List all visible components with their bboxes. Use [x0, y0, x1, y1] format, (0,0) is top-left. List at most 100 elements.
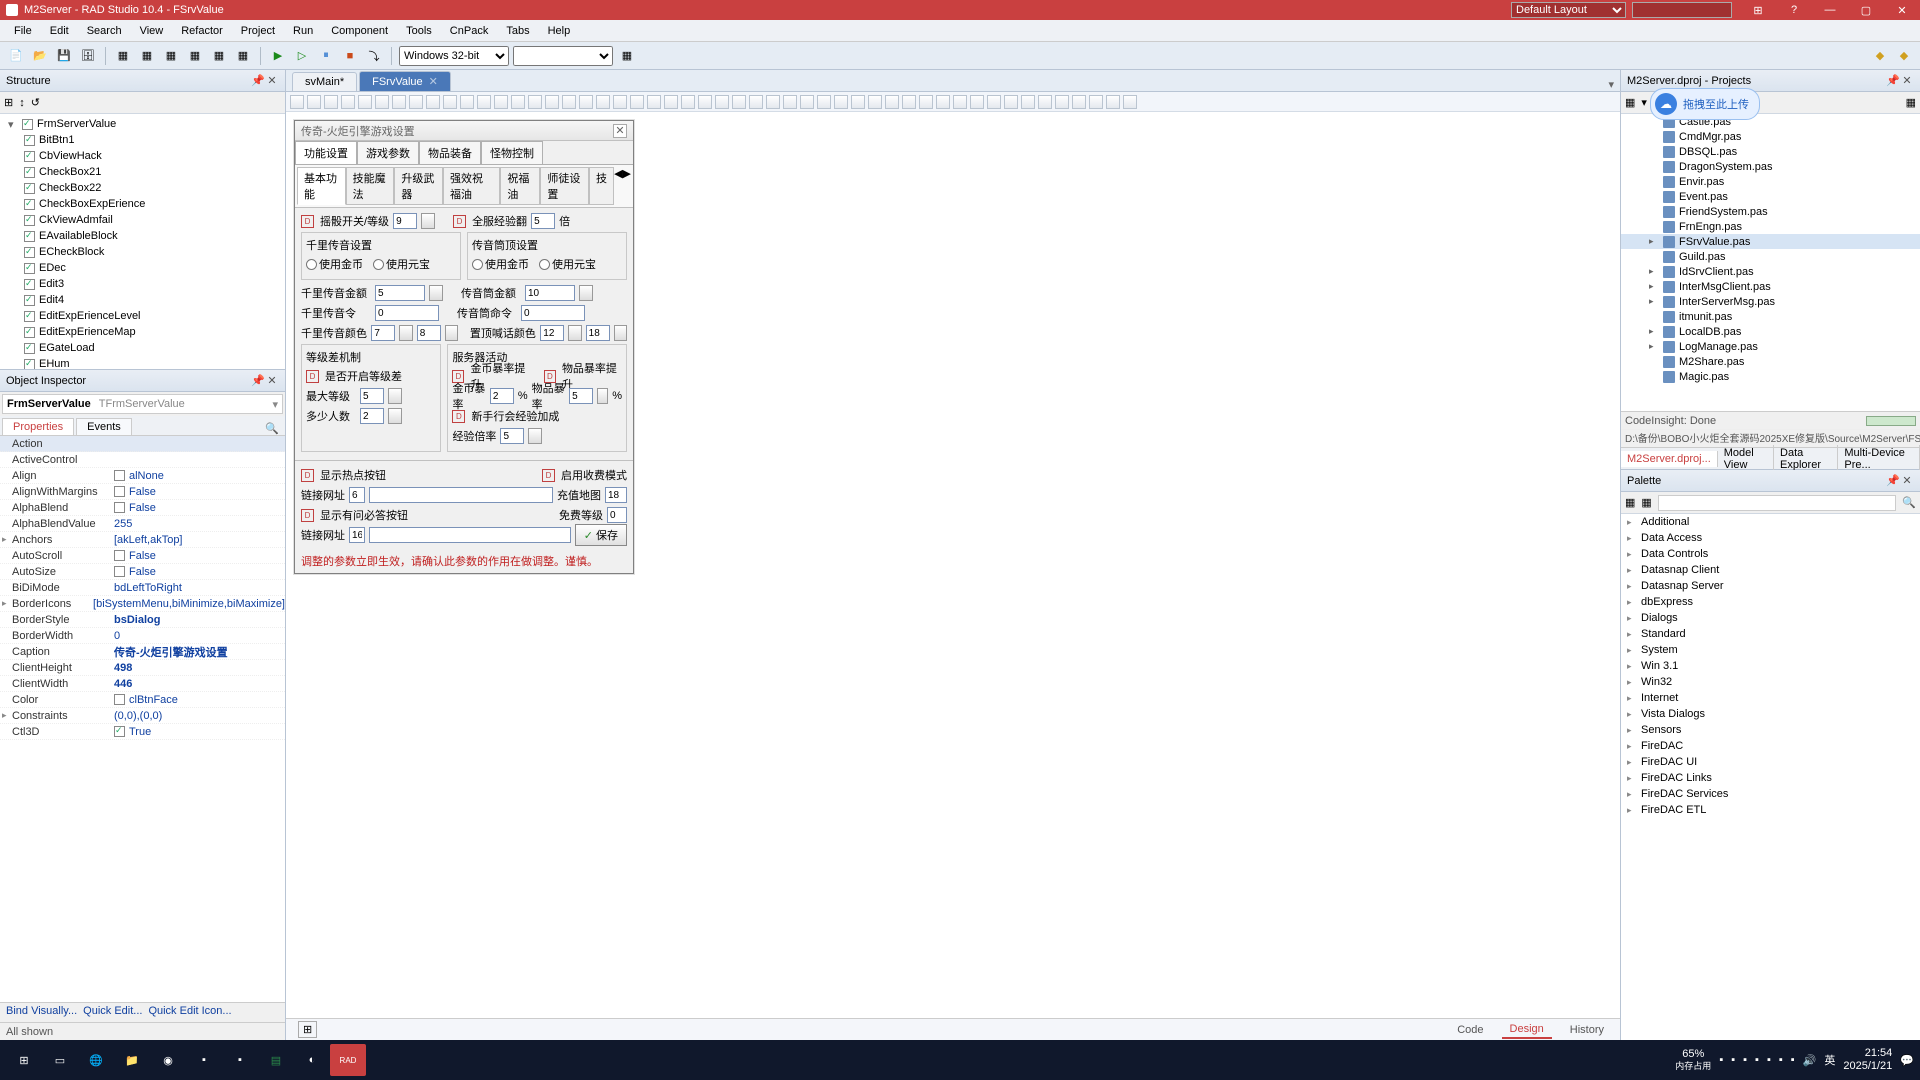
align-tool-icon[interactable] — [392, 95, 406, 109]
tree-node[interactable]: CbViewHack — [2, 148, 283, 164]
edit-field[interactable] — [375, 305, 439, 321]
edit-field[interactable] — [500, 428, 524, 444]
property-row[interactable]: BorderStylebsDialog — [0, 612, 285, 628]
spinner[interactable] — [388, 388, 402, 404]
projects-bottom-tab[interactable]: M2Server.dproj... — [1621, 451, 1718, 467]
form-tab[interactable]: 物品装备 — [419, 141, 481, 164]
toolbar-icon[interactable]: ▦ — [113, 46, 133, 66]
edit-field[interactable] — [586, 325, 610, 341]
align-tool-icon[interactable] — [562, 95, 576, 109]
align-tool-icon[interactable] — [460, 95, 474, 109]
palette-category[interactable]: ▸Internet — [1621, 690, 1920, 706]
palette-list[interactable]: ▸Additional▸Data Access▸Data Controls▸Da… — [1621, 514, 1920, 1040]
align-tool-icon[interactable] — [324, 95, 338, 109]
projects-tb-icon[interactable]: ▦ — [1906, 96, 1916, 109]
structure-tb-icon[interactable]: ↕ — [19, 97, 25, 109]
align-tool-icon[interactable] — [970, 95, 984, 109]
edit-field[interactable] — [490, 388, 514, 404]
palette-category[interactable]: ▸FireDAC Links — [1621, 770, 1920, 786]
align-tool-icon[interactable] — [426, 95, 440, 109]
edit-field[interactable] — [360, 408, 384, 424]
palette-category[interactable]: ▸System — [1621, 642, 1920, 658]
menu-tools[interactable]: Tools — [398, 23, 440, 39]
upload-pill[interactable]: ☁ 拖拽至此上传 — [1650, 88, 1760, 120]
tree-node[interactable]: EHum — [2, 356, 283, 369]
property-row[interactable]: BiDiModebdLeftToRight — [0, 580, 285, 596]
menu-cnpack[interactable]: CnPack — [442, 23, 497, 39]
property-row[interactable]: ClientHeight498 — [0, 660, 285, 676]
align-tool-icon[interactable] — [341, 95, 355, 109]
tree-node[interactable]: Edit3 — [2, 276, 283, 292]
project-file[interactable]: Event.pas — [1621, 189, 1920, 204]
menu-tabs[interactable]: Tabs — [498, 23, 537, 39]
project-file[interactable]: ▸LocalDB.pas — [1621, 324, 1920, 339]
property-row[interactable]: Anchors[akLeft,akTop] — [0, 532, 285, 548]
form-subtab[interactable]: 强效祝福油 — [443, 167, 500, 205]
structure-tb-icon[interactable]: ⊞ — [4, 96, 13, 109]
tray-icon[interactable]: ▪ — [1791, 1054, 1795, 1066]
spinner[interactable] — [614, 325, 627, 341]
form-tab[interactable]: 怪物控制 — [481, 141, 543, 164]
toolbar-icon[interactable]: ▦ — [185, 46, 205, 66]
align-tool-icon[interactable] — [409, 95, 423, 109]
form-subtab[interactable]: 祝福油 — [500, 167, 540, 205]
switch-level-input[interactable] — [393, 213, 417, 229]
tree-node[interactable]: CheckBox21 — [2, 164, 283, 180]
allexp-input[interactable] — [531, 213, 555, 229]
run-icon[interactable]: ▶ — [268, 46, 288, 66]
align-tool-icon[interactable] — [307, 95, 321, 109]
form-subtab[interactable]: 技能魔法 — [346, 167, 395, 205]
edit-field[interactable] — [349, 527, 365, 543]
property-row[interactable]: AlphaBlendFalse — [0, 500, 285, 516]
toolbar-icon[interactable]: ▦ — [233, 46, 253, 66]
form-subtab[interactable]: 师徒设置 — [540, 167, 589, 205]
radio-yb[interactable]: 使用元宝 — [373, 256, 430, 272]
tree-node[interactable]: EditExpErienceMap — [2, 324, 283, 340]
align-tool-icon[interactable] — [630, 95, 644, 109]
url-input[interactable] — [369, 527, 571, 543]
project-file[interactable]: Magic.pas — [1621, 369, 1920, 384]
quick-edit-link[interactable]: Quick Edit... — [83, 1005, 142, 1020]
editor-tab[interactable]: svMain* — [292, 72, 357, 91]
pin-icon[interactable]: 📌 — [251, 374, 265, 387]
align-tool-icon[interactable] — [800, 95, 814, 109]
align-tool-icon[interactable] — [375, 95, 389, 109]
align-tool-icon[interactable] — [681, 95, 695, 109]
app-icon[interactable]: ▪ — [186, 1044, 222, 1076]
palette-category[interactable]: ▸Data Access — [1621, 530, 1920, 546]
tree-node[interactable]: Edit4 — [2, 292, 283, 308]
align-tool-icon[interactable] — [783, 95, 797, 109]
help-icon[interactable]: ? — [1782, 4, 1806, 17]
property-row[interactable]: ClientWidth446 — [0, 676, 285, 692]
tray-icon[interactable]: ▪ — [1767, 1054, 1771, 1066]
open-icon[interactable]: 📂 — [30, 46, 50, 66]
desktop-icon[interactable]: ⊞ — [1746, 4, 1770, 17]
align-tool-icon[interactable] — [987, 95, 1001, 109]
tab-history[interactable]: History — [1562, 1022, 1612, 1038]
edit-field[interactable] — [349, 487, 365, 503]
radio-yb[interactable]: 使用元宝 — [539, 256, 596, 272]
edit-field[interactable] — [605, 487, 627, 503]
palette-tb-icon[interactable]: ▦ — [1625, 496, 1635, 509]
toolbar-icon[interactable]: ▦ — [209, 46, 229, 66]
edit-field[interactable] — [417, 325, 441, 341]
menu-refactor[interactable]: Refactor — [173, 23, 231, 39]
tree-node[interactable]: CheckBox22 — [2, 180, 283, 196]
project-file[interactable]: FrnEngn.pas — [1621, 219, 1920, 234]
edit-field[interactable] — [371, 325, 395, 341]
property-row[interactable]: ActiveControl — [0, 452, 285, 468]
close-icon[interactable]: ✕ — [1900, 474, 1914, 487]
form-subtab[interactable]: 技 — [589, 167, 614, 205]
tray-icon[interactable]: ▪ — [1719, 1054, 1723, 1066]
align-tool-icon[interactable] — [936, 95, 950, 109]
spinner[interactable] — [399, 325, 412, 341]
project-file[interactable]: Envir.pas — [1621, 174, 1920, 189]
maximize-button[interactable]: ▢ — [1854, 4, 1878, 17]
project-file[interactable]: ▸IdSrvClient.pas — [1621, 264, 1920, 279]
structure-tree[interactable]: ▾ FrmServerValue BitBtn1CbViewHackCheckB… — [0, 114, 285, 369]
spinner[interactable] — [528, 428, 542, 444]
edit-field[interactable] — [375, 285, 425, 301]
menu-edit[interactable]: Edit — [42, 23, 77, 39]
edge-icon[interactable]: 🌐 — [78, 1044, 114, 1076]
spinner[interactable] — [568, 325, 581, 341]
